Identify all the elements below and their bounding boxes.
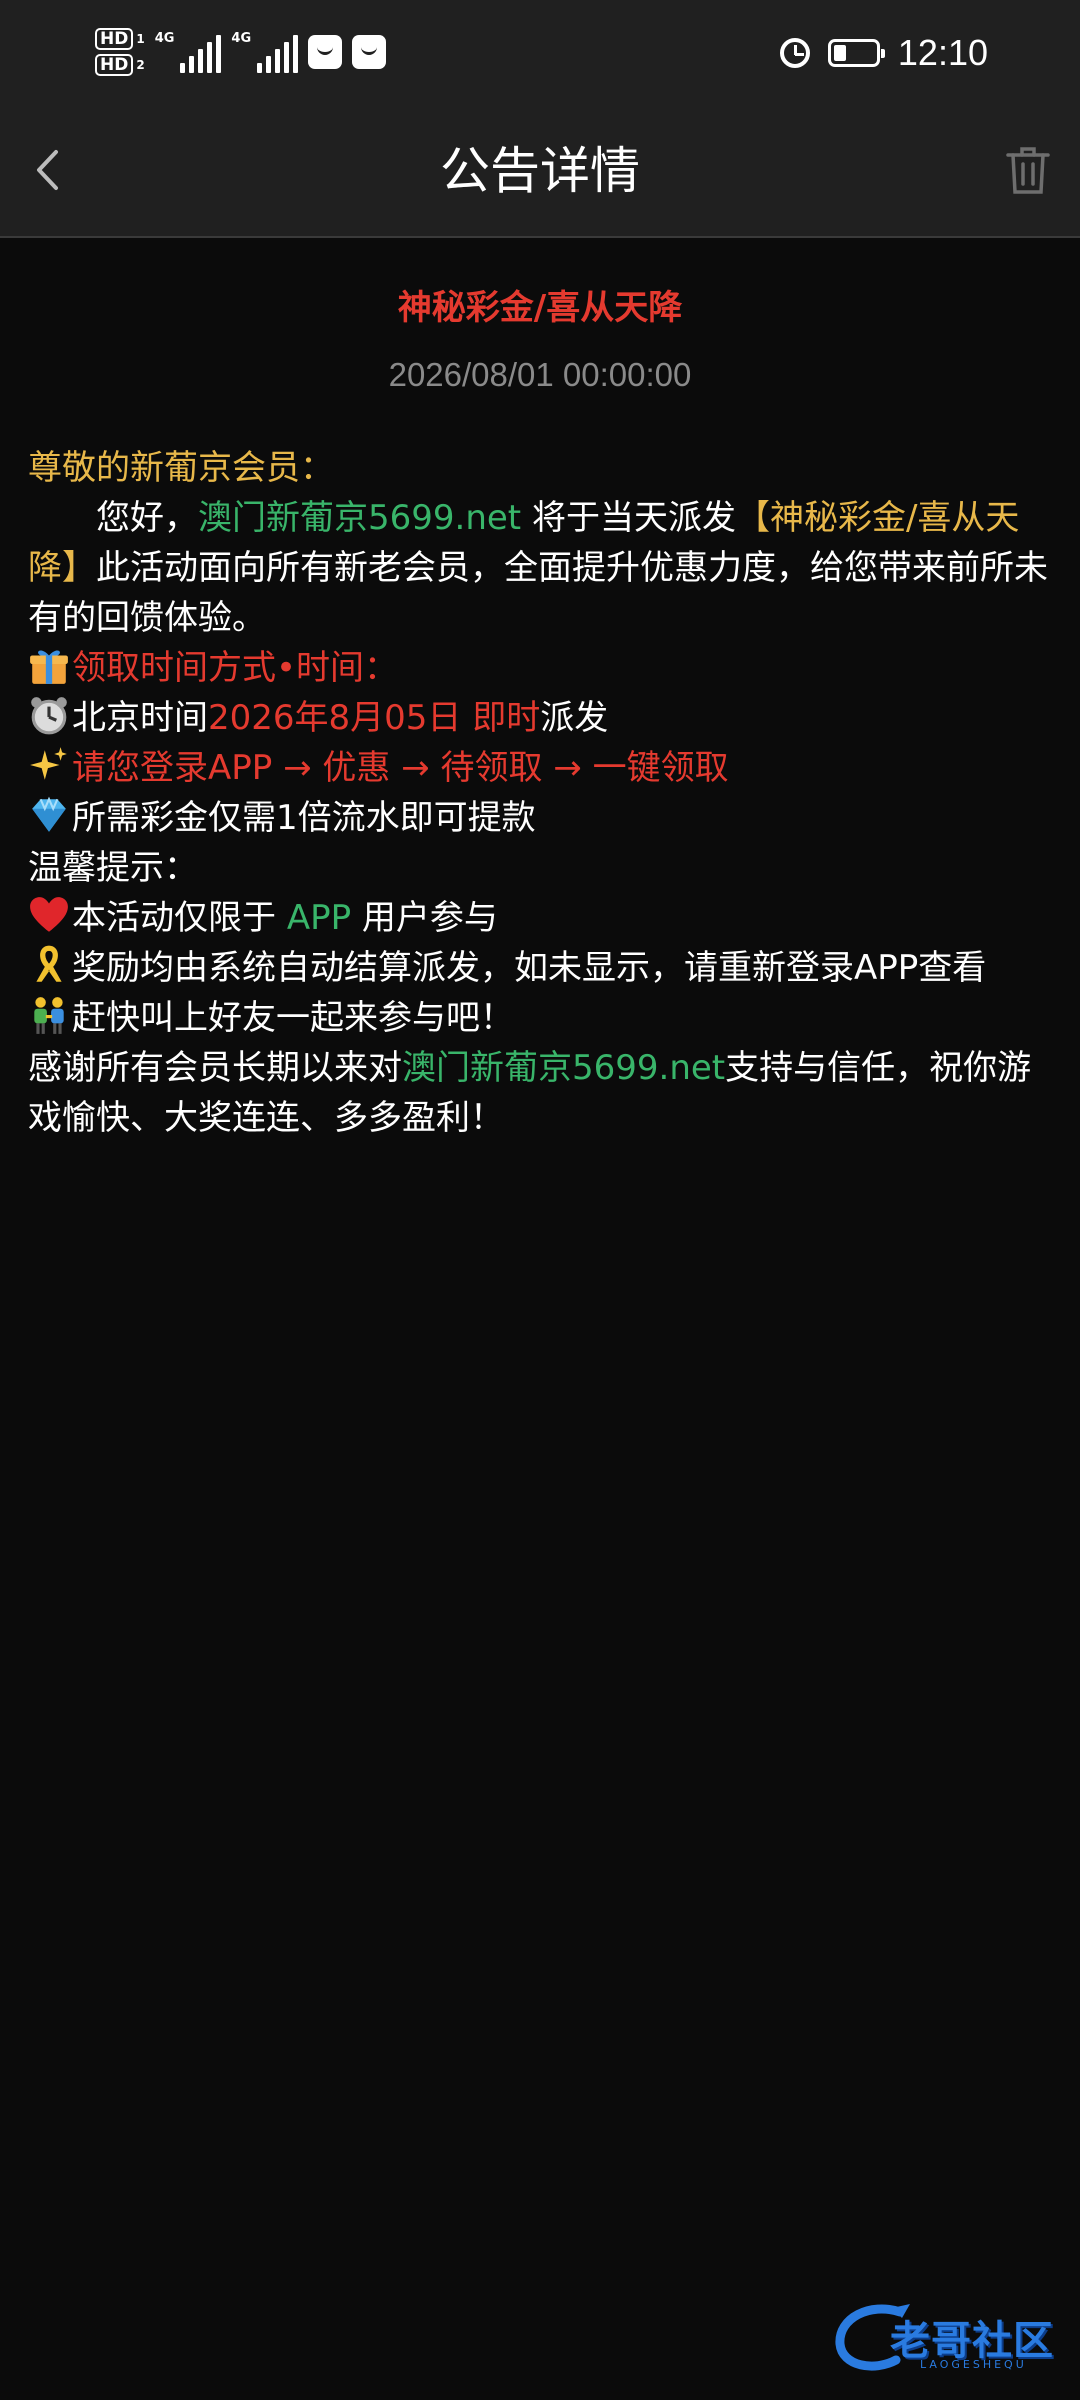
notice-date: 2026/08/01 00:00:00 <box>388 356 692 393</box>
notice-title: 神秘彩金/喜从天降 <box>397 288 683 328</box>
alarm-icon <box>779 38 810 68</box>
site-link: 澳门新葡京5699.net <box>198 498 522 538</box>
battery-level <box>833 45 846 61</box>
auto-settle-line: 奖励均由系统自动结算派发，如未显示，请重新登录APP查看 <box>28 943 1052 993</box>
gem-icon <box>32 796 66 832</box>
notice-body: 尊敬的新葡京会员： 您好，澳门新葡京5699.net 将于当天派发【神秘彩金/喜… <box>28 443 1052 1143</box>
people-holding-hands-icon <box>34 997 64 1034</box>
shopping-bag-icon <box>352 35 387 69</box>
intro-paragraph: 您好，澳门新葡京5699.net 将于当天派发【神秘彩金/喜从天降】此活动面向所… <box>28 498 1048 638</box>
signal-1-icon: 4G <box>155 31 222 73</box>
ribbon-icon <box>36 945 62 982</box>
hd-2-icon: HD 2 <box>95 54 145 76</box>
gift-icon <box>30 650 68 684</box>
thanks-paragraph: 感谢所有会员长期以来对澳门新葡京5699.net支持与信任，祝你游戏愉快、大奖连… <box>28 1048 1032 1138</box>
friends-line: 赶快叫上好友一起来参与吧！ <box>28 993 1052 1043</box>
alarm-clock-icon <box>31 697 67 735</box>
battery-icon <box>827 39 885 67</box>
claim-label-line: 领取时间方式•时间： <box>28 643 1052 693</box>
watermark-logo: 老哥社区 LAOGESHEQU <box>830 2298 1060 2378</box>
shopping-bag-icon <box>308 35 343 69</box>
status-right: 12:10 <box>779 28 988 78</box>
trash-icon <box>1006 147 1050 194</box>
hd-1-icon: HD 1 <box>95 28 145 50</box>
turnover-line: 所需彩金仅需1倍流水即可提款 <box>28 793 1052 843</box>
sparkles-icon <box>30 747 67 780</box>
status-left: HD 1 HD 2 4G 4G <box>95 22 387 82</box>
hd-indicators: HD 1 HD 2 <box>95 28 145 76</box>
nav-bar: 公告详情 <box>0 110 1080 238</box>
heart-icon <box>30 897 68 932</box>
steps-line: 请您登录APP → 优惠 → 待领取 → 一键领取 <box>28 743 1052 793</box>
delete-button[interactable] <box>998 140 1058 200</box>
status-time: 12:10 <box>897 32 988 73</box>
time-line: 北京时间2026年8月05日 即时派发 <box>28 693 1052 743</box>
greeting: 尊敬的新葡京会员： <box>28 448 334 488</box>
status-bar: HD 1 HD 2 4G 4G 12:10 <box>0 0 1080 110</box>
app-only-line: 本活动仅限于 APP 用户参与 <box>28 893 1052 943</box>
signal-2-icon: 4G <box>231 31 299 73</box>
tips-label: 温馨提示： <box>28 848 198 888</box>
page-title: 公告详情 <box>440 142 640 200</box>
